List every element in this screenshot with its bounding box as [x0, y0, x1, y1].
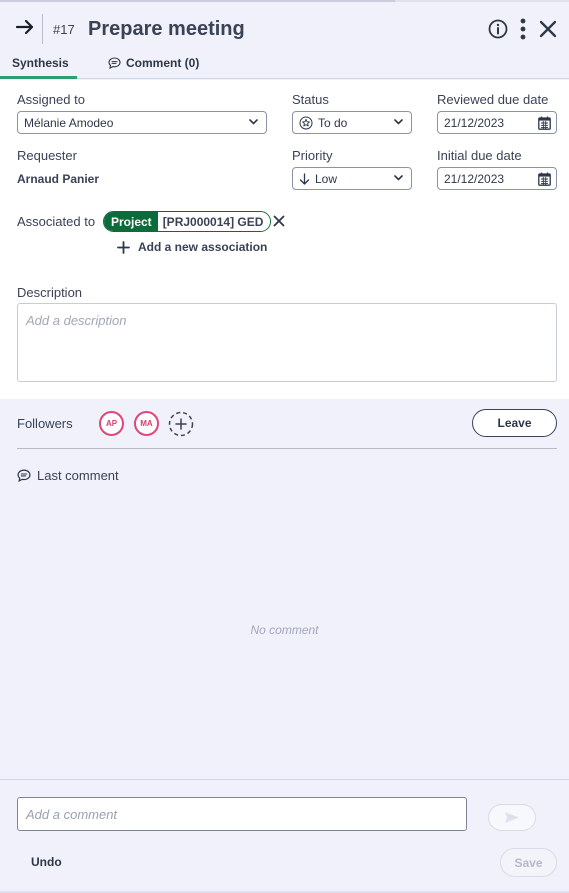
- calendar-icon[interactable]: [538, 172, 551, 186]
- add-follower-icon[interactable]: [168, 411, 194, 437]
- priority-value: Low: [315, 171, 338, 186]
- priority-select[interactable]: Low: [292, 167, 412, 190]
- comment-icon: [17, 469, 31, 482]
- priority-label: Priority: [292, 148, 333, 163]
- followers-label: Followers: [17, 416, 73, 431]
- association-chip[interactable]: Project [PRJ000014] GED: [103, 211, 272, 232]
- info-icon[interactable]: [488, 19, 508, 39]
- assigned-to-label: Assigned to: [17, 92, 85, 107]
- send-icon: [505, 812, 519, 823]
- undo-button[interactable]: Undo: [31, 855, 62, 869]
- status-value: To do: [318, 115, 348, 130]
- footer-divider: [0, 779, 569, 780]
- initial-due-date-value: 21/12/2023: [444, 171, 505, 186]
- last-comment-label: Last comment: [37, 468, 119, 483]
- close-icon[interactable]: [539, 20, 557, 38]
- comment-input-placeholder: Add a comment: [26, 807, 118, 822]
- initial-due-date-label: Initial due date: [437, 148, 522, 163]
- reviewed-due-date-label: Reviewed due date: [437, 92, 549, 107]
- active-tab-indicator: [0, 76, 77, 79]
- description-label: Description: [17, 285, 83, 300]
- assigned-to-select[interactable]: Mélanie Amodeo: [17, 111, 267, 134]
- avatar[interactable]: MA: [134, 411, 159, 436]
- page-title: Prepare meeting: [88, 18, 245, 40]
- status-select[interactable]: To do: [292, 111, 412, 134]
- followers-divider: [17, 448, 557, 449]
- task-panel: #17 Prepare meeting Synthesis Comment (0…: [0, 0, 569, 893]
- task-id: #17: [53, 22, 75, 37]
- tab-bar: Synthesis Comment (0): [0, 48, 569, 79]
- last-comment-header: Last comment: [17, 468, 119, 483]
- status-label: Status: [292, 92, 329, 107]
- avatar[interactable]: AP: [99, 411, 124, 436]
- chevron-down-icon: [394, 175, 403, 181]
- send-button[interactable]: [488, 804, 536, 831]
- arrow-down-icon: [299, 172, 310, 185]
- star-circle-icon: [299, 116, 313, 129]
- empty-comments-text: No comment: [250, 623, 319, 637]
- leave-button[interactable]: Leave: [472, 409, 557, 437]
- add-association-label: Add a new association: [138, 240, 268, 254]
- chevron-down-icon: [249, 119, 258, 125]
- requester-label: Requester: [17, 148, 77, 163]
- associated-to-label: Associated to: [17, 214, 96, 229]
- description-placeholder: Add a description: [26, 313, 127, 328]
- panel-header: #17 Prepare meeting: [0, 2, 569, 48]
- header-divider: [42, 14, 43, 44]
- remove-association-icon[interactable]: [273, 215, 285, 227]
- tab-comment-label: Comment (0): [126, 56, 200, 70]
- plus-icon: [117, 240, 130, 254]
- kebab-icon[interactable]: [518, 18, 528, 40]
- tab-synthesis[interactable]: Synthesis: [12, 56, 69, 70]
- comment-input[interactable]: Add a comment: [17, 797, 467, 831]
- chevron-down-icon: [394, 119, 403, 125]
- reviewed-due-date-input[interactable]: 21/12/2023: [437, 111, 557, 134]
- initial-due-date-input[interactable]: 21/12/2023: [437, 167, 557, 190]
- requester-value: Arnaud Panier: [17, 172, 100, 186]
- association-name: [PRJ000014] GED: [157, 212, 271, 231]
- calendar-icon[interactable]: [538, 116, 551, 130]
- save-button[interactable]: Save: [500, 848, 557, 877]
- add-association-button[interactable]: Add a new association: [117, 240, 267, 254]
- tab-comment[interactable]: Comment (0): [108, 56, 199, 70]
- comment-icon: [108, 57, 121, 69]
- synthesis-form: Assigned to Mélanie Amodeo Status To do …: [0, 80, 569, 399]
- association-type: Project: [104, 212, 158, 231]
- reviewed-due-date-value: 21/12/2023: [444, 115, 505, 130]
- arrow-right-icon[interactable]: [15, 19, 35, 35]
- description-field[interactable]: Add a description: [17, 303, 557, 382]
- assigned-to-value: Mélanie Amodeo: [24, 115, 114, 130]
